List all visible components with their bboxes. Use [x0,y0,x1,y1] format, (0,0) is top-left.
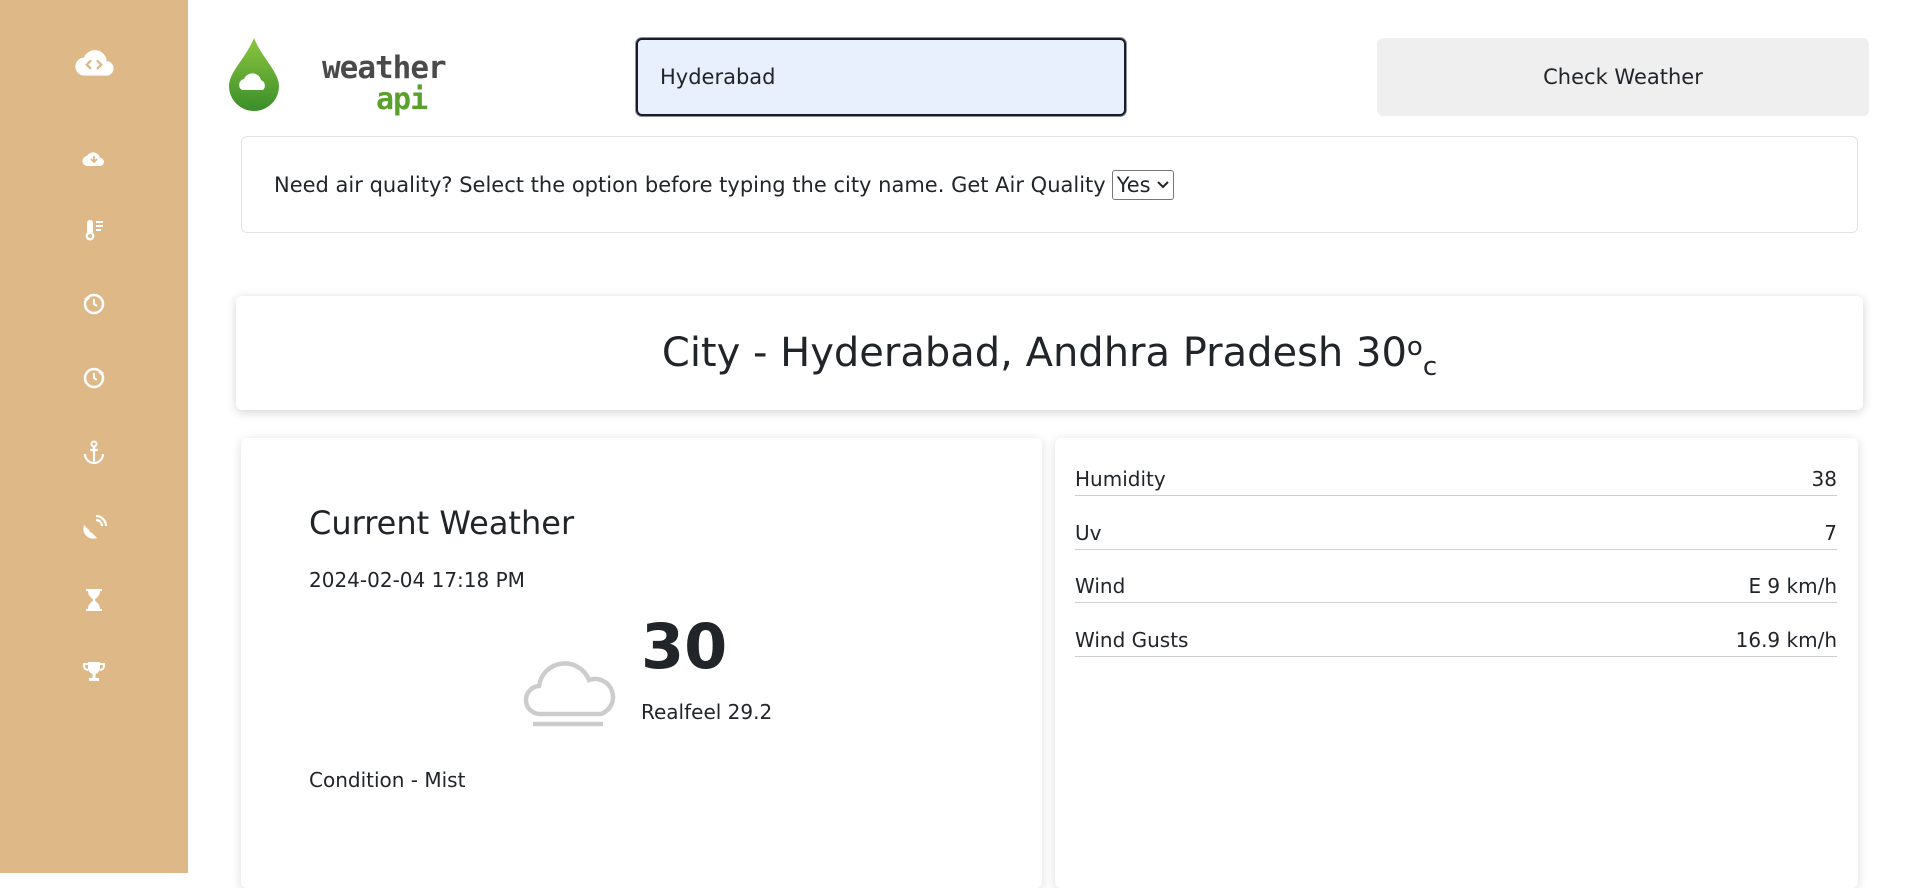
stat-label: Uv [1075,521,1102,545]
temperature-unit: c [1422,352,1438,382]
clock-forward-icon[interactable] [74,358,114,398]
anchor-icon[interactable] [74,432,114,472]
cloud-code-icon[interactable] [74,42,114,82]
stat-row-wind-gusts: Wind Gusts 16.9 km/h [1075,621,1837,657]
current-weather-card: Current Weather 2024-02-04 17:18 PM 30 R… [241,438,1042,888]
stat-row-humidity: Humidity 38 [1075,460,1837,496]
stat-row-wind: Wind E 9 km/h [1075,567,1837,603]
current-temperature: 30 [641,610,728,683]
hourglass-icon[interactable] [74,580,114,620]
air-quality-select[interactable]: Yes [1111,169,1174,200]
current-weather-title: Current Weather [309,504,575,542]
stat-row-uv: Uv 7 [1075,514,1837,550]
stat-value: 7 [1824,521,1837,545]
air-quality-selected: Yes [1116,172,1151,197]
city-label: City - Hyderabad, Andhra Pradesh 30 [661,330,1407,376]
realfeel-value: Realfeel 29.2 [641,700,773,724]
stat-value: E 9 km/h [1748,574,1837,598]
chevron-down-icon [1156,180,1169,188]
air-quality-prompt: Need air quality? Select the option befo… [274,172,1106,197]
logo[interactable]: weather api [226,36,447,117]
check-weather-button[interactable]: Check Weather [1377,38,1869,116]
main-content: weather api Check Weather Need air quali… [188,0,1912,888]
air-quality-panel: Need air quality? Select the option befo… [241,136,1858,233]
cloud-download-icon[interactable] [74,138,114,178]
sidebar [0,0,188,873]
condition-text: Condition - Mist [309,768,466,792]
stat-label: Humidity [1075,467,1166,491]
stat-value: 16.9 km/h [1735,628,1837,652]
city-search-input[interactable] [636,38,1126,116]
trophy-icon[interactable] [74,652,114,692]
satellite-dish-icon[interactable] [74,508,114,548]
mist-cloud-icon [523,661,616,727]
stat-label: Wind [1075,574,1126,598]
city-heading: City - Hyderabad, Andhra Pradesh 30 o c [236,296,1863,410]
thermometer-icon[interactable] [74,210,114,250]
history-icon[interactable] [74,284,114,324]
logo-word-weather: weather [322,50,447,86]
logo-word-api: api [376,82,428,117]
weather-stats-card: Humidity 38 Uv 7 Wind E 9 km/h Wind Gust… [1055,438,1858,888]
current-datetime: 2024-02-04 17:18 PM [309,568,525,592]
stat-value: 38 [1811,467,1837,491]
degree-symbol: o [1406,332,1423,362]
stat-label: Wind Gusts [1075,628,1189,652]
logo-drop-icon [229,38,279,111]
